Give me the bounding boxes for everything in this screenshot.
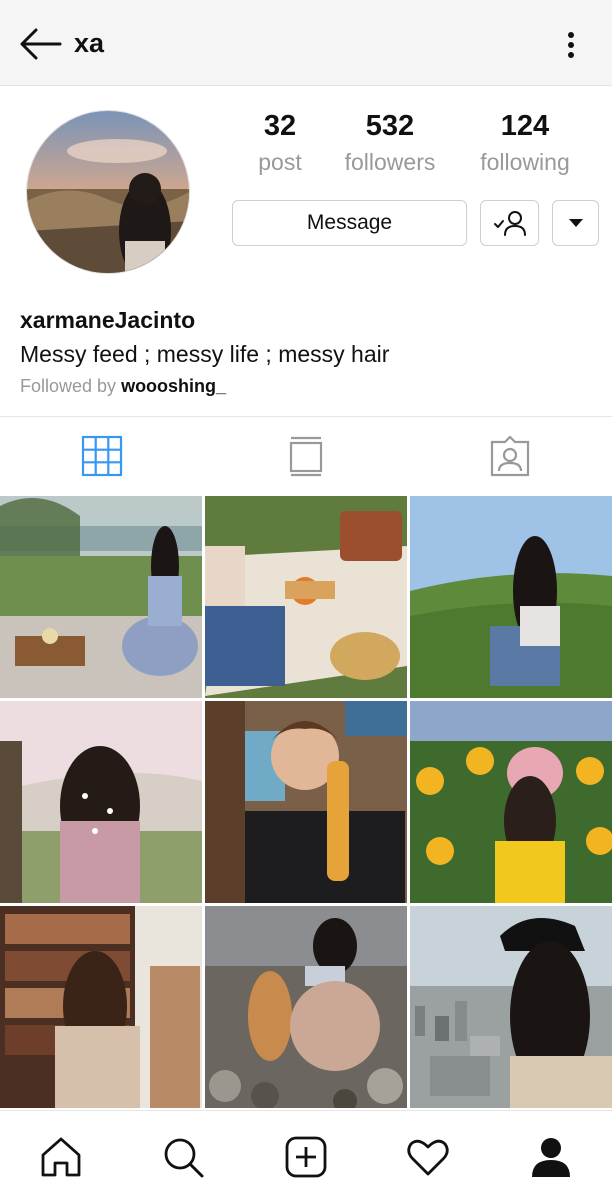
posts-label: post (258, 149, 302, 175)
stat-posts[interactable]: 32 post (252, 108, 308, 180)
page-title: xa (74, 28, 105, 58)
message-button[interactable]: Message (232, 200, 467, 246)
followers-count: 532 (365, 110, 415, 142)
following-count: 124 (500, 110, 550, 142)
grid-photo-blossom-tree[interactable] (0, 701, 202, 903)
top-bar: xa (0, 0, 612, 86)
grid-photo-picnic-lake[interactable] (0, 496, 202, 698)
profile-icon[interactable] (529, 1135, 573, 1179)
grid-photo-hill-sitting[interactable] (410, 496, 612, 698)
posts-count: 32 (263, 110, 297, 142)
user-check-icon (493, 211, 526, 236)
followed-by[interactable]: Followed by woooshing_ (20, 376, 226, 397)
followed-by-prefix: Followed by (20, 376, 122, 396)
stat-following[interactable]: 124 following (472, 108, 578, 180)
followed-by-user[interactable]: woooshing_ (121, 376, 226, 396)
grid-photo-picnic-spread[interactable] (205, 496, 407, 698)
profile-tabs (0, 416, 612, 496)
stat-followers[interactable]: 532 followers (336, 108, 444, 180)
feed-icon[interactable] (285, 435, 327, 477)
grid-photo-city-view[interactable] (410, 906, 612, 1108)
bottom-nav (0, 1110, 612, 1200)
avatar[interactable] (26, 110, 190, 274)
profile-username: xarmaneJacinto (20, 307, 196, 333)
following-status-button[interactable] (480, 200, 539, 246)
more-vertical-icon[interactable] (556, 26, 586, 64)
followers-label: followers (344, 149, 436, 175)
grid-icon[interactable] (81, 435, 123, 477)
activity-heart-icon[interactable] (406, 1135, 450, 1179)
grid-photo-tornado-potato[interactable] (205, 701, 407, 903)
grid-photo-dog-rocks[interactable] (205, 906, 407, 1108)
search-icon[interactable] (161, 1135, 205, 1179)
avatar-photo (27, 111, 189, 273)
photo-grid (0, 496, 612, 1110)
grid-photo-library[interactable] (0, 906, 202, 1108)
following-label: following (480, 149, 570, 175)
caret-down-icon (568, 219, 583, 227)
home-icon[interactable] (39, 1135, 83, 1179)
arrow-left-icon[interactable] (16, 24, 64, 64)
new-post-icon[interactable] (284, 1135, 328, 1179)
profile-bio: Messy feed ; messy life ; messy hair (20, 341, 390, 367)
suggestions-dropdown-button[interactable] (552, 200, 599, 246)
tagged-icon[interactable] (489, 435, 531, 477)
grid-photo-sunflowers[interactable] (410, 701, 612, 903)
